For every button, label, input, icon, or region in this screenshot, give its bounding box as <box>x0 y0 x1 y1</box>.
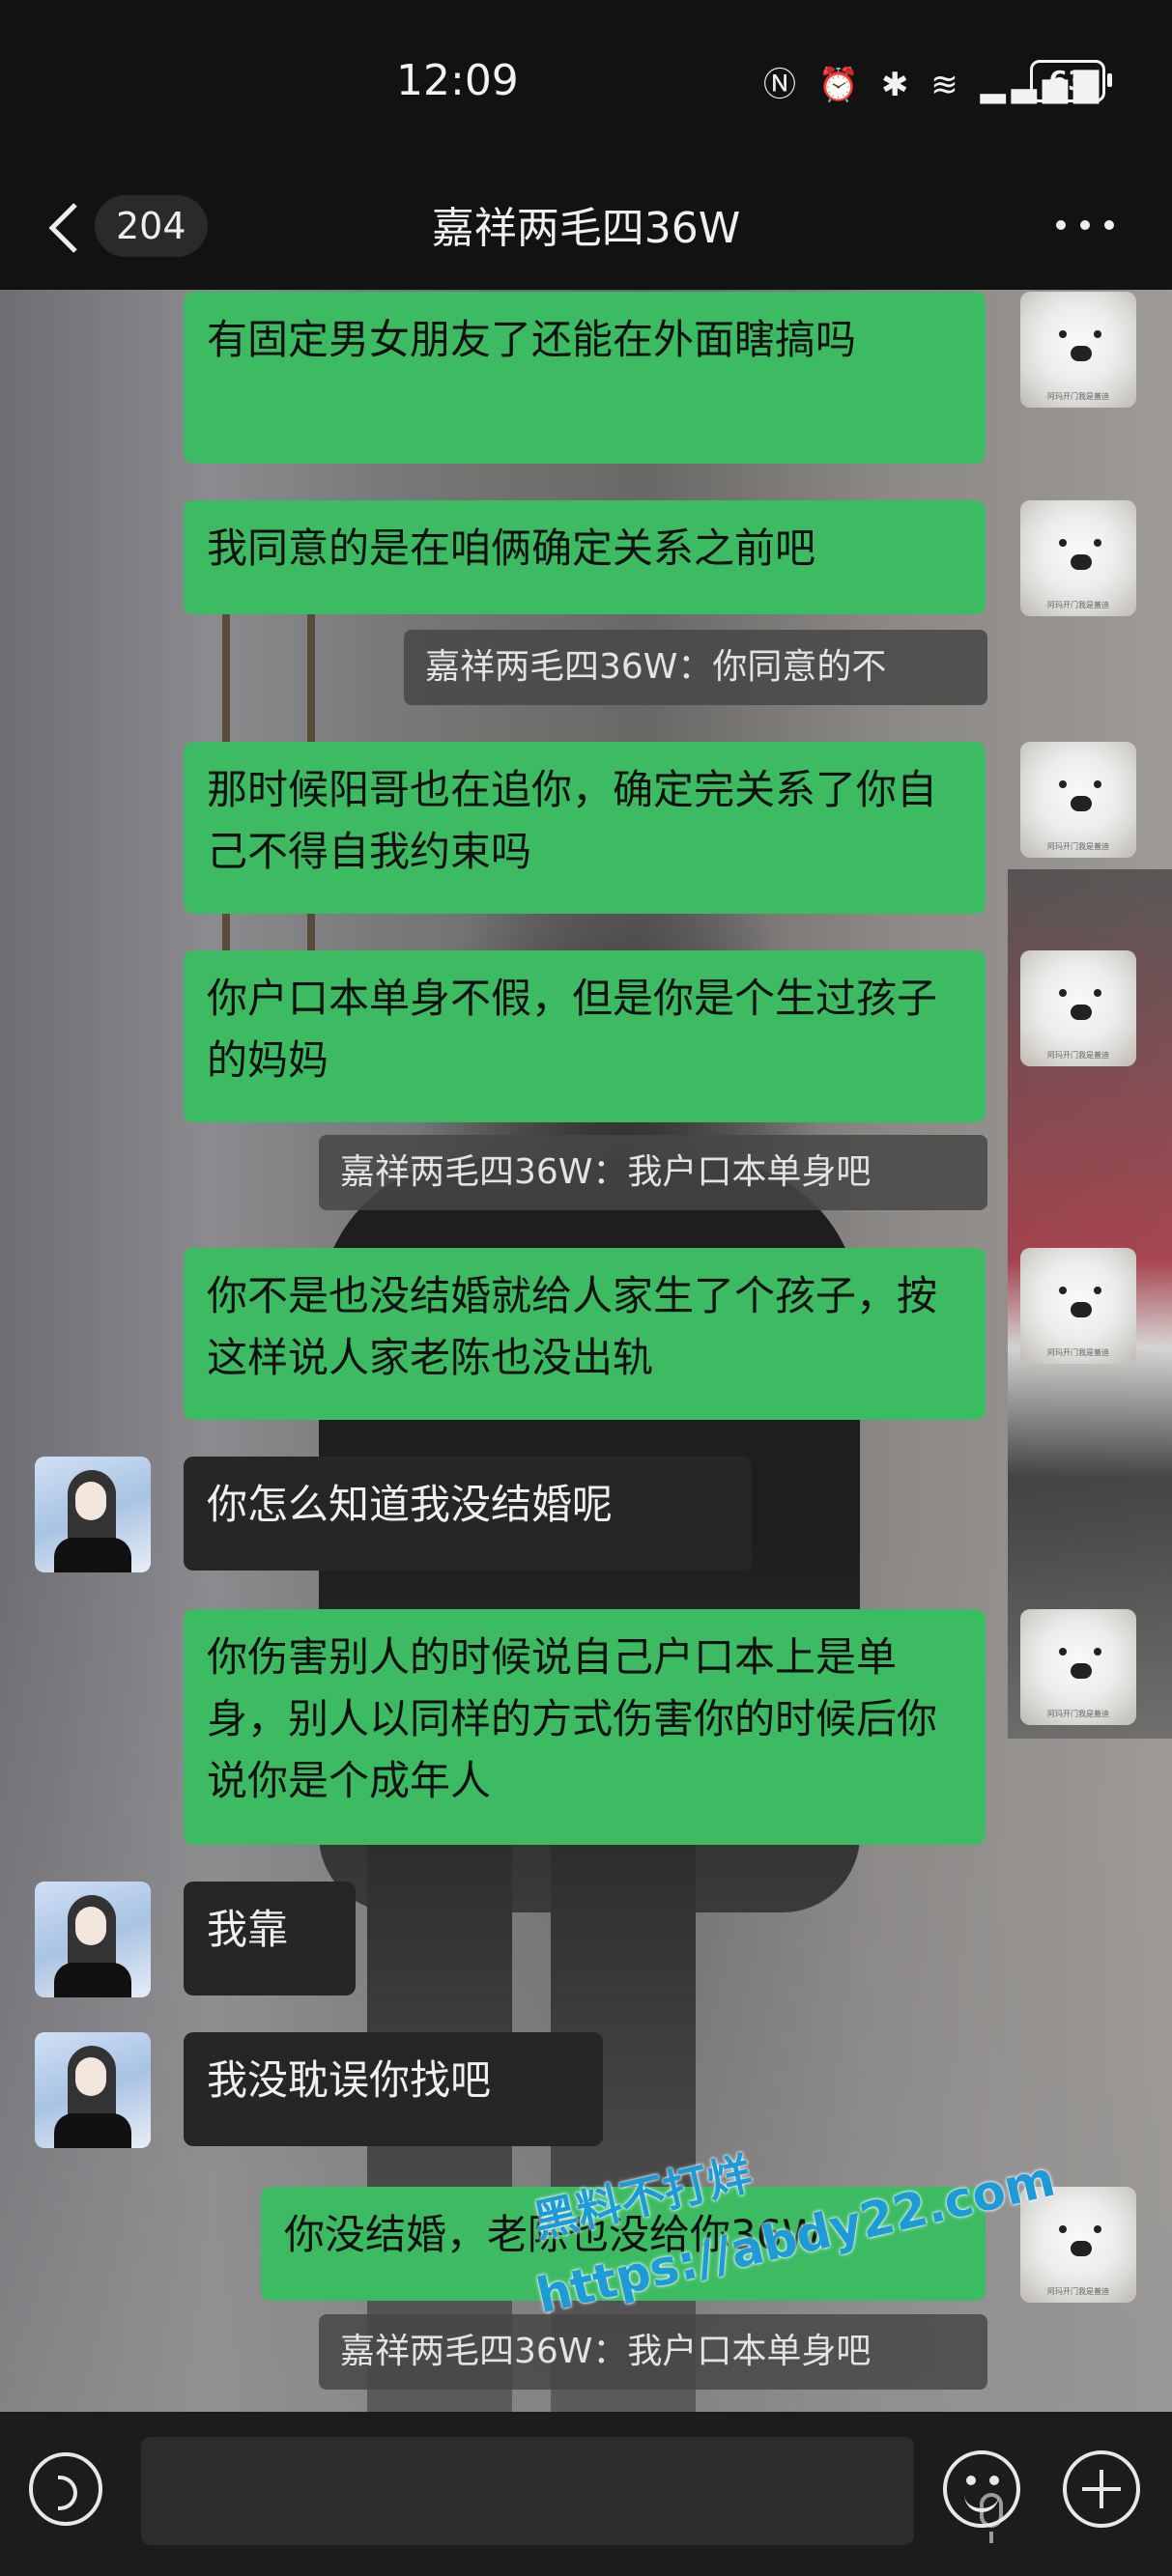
quoted-message[interactable]: 嘉祥两毛四36W：你同意的不 <box>404 630 987 705</box>
message-bubble-incoming[interactable]: 我靠 <box>184 1882 356 1996</box>
status-bar: 12:09 Ⓝ ⏰ ✱ ≋ ▂▃▅▇ 63 <box>0 0 1172 174</box>
alarm-icon: ⏰ <box>817 66 866 104</box>
my-avatar[interactable]: 阿玛开门我是蓋迪 <box>1020 500 1136 616</box>
contact-avatar[interactable] <box>35 1882 151 1997</box>
input-bar <box>0 2412 1172 2576</box>
quoted-message[interactable]: 嘉祥两毛四36W：我户口本单身吧 <box>319 2314 987 2390</box>
bluetooth-icon: ✱ <box>880 66 915 104</box>
chat-header: 204 嘉祥两毛四36W <box>0 174 1172 290</box>
plus-icon[interactable] <box>1063 2450 1140 2528</box>
status-time: 12:09 <box>396 56 519 105</box>
message-input[interactable] <box>141 2437 1003 2545</box>
quoted-message[interactable]: 嘉祥两毛四36W：我户口本单身吧 <box>319 1135 987 1210</box>
my-avatar[interactable]: 阿玛开门我是蓋迪 <box>1020 1248 1136 1364</box>
battery-icon: 63 <box>1030 60 1112 102</box>
my-avatar[interactable]: 阿玛开门我是蓋迪 <box>1020 742 1136 858</box>
message-bubble-incoming[interactable]: 我没耽误你找吧 <box>184 2032 603 2146</box>
contact-avatar[interactable] <box>35 2032 151 2148</box>
message-bubble-incoming[interactable]: 你怎么知道我没结婚呢 <box>184 1457 752 1571</box>
more-icon[interactable] <box>1056 220 1114 234</box>
voice-icon[interactable] <box>29 2452 102 2526</box>
emoji-icon[interactable] <box>943 2450 1020 2528</box>
my-avatar[interactable]: 阿玛开门我是蓋迪 <box>1020 950 1136 1066</box>
message-bubble-outgoing[interactable]: 你不是也没结婚就给人家生了个孩子，按这样说人家老陈也没出轨 <box>184 1248 986 1420</box>
nfc-icon: Ⓝ <box>763 66 802 104</box>
message-bubble-outgoing[interactable]: 有固定男女朋友了还能在外面瞎搞吗 <box>184 292 986 464</box>
my-avatar[interactable]: 阿玛开门我是蓋迪 <box>1020 1609 1136 1725</box>
message-bubble-outgoing[interactable]: 你户口本单身不假，但是你是个生过孩子的妈妈 <box>184 950 986 1122</box>
message-bubble-outgoing[interactable]: 我同意的是在咱俩确定关系之前吧 <box>184 500 986 614</box>
message-bubble-outgoing[interactable]: 你伤害别人的时候说自己户口本上是单身，别人以同样的方式伤害你的时候后你说你是个成… <box>184 1609 986 1845</box>
chat-title: 嘉祥两毛四36W <box>431 204 741 253</box>
contact-avatar[interactable] <box>35 1457 151 1572</box>
wifi-icon: ≋ <box>930 66 964 104</box>
message-bubble-outgoing[interactable]: 那时候阳哥也在追你，确定完关系了你自己不得自我约束吗 <box>184 742 986 914</box>
my-avatar[interactable]: 阿玛开门我是蓋迪 <box>1020 292 1136 408</box>
